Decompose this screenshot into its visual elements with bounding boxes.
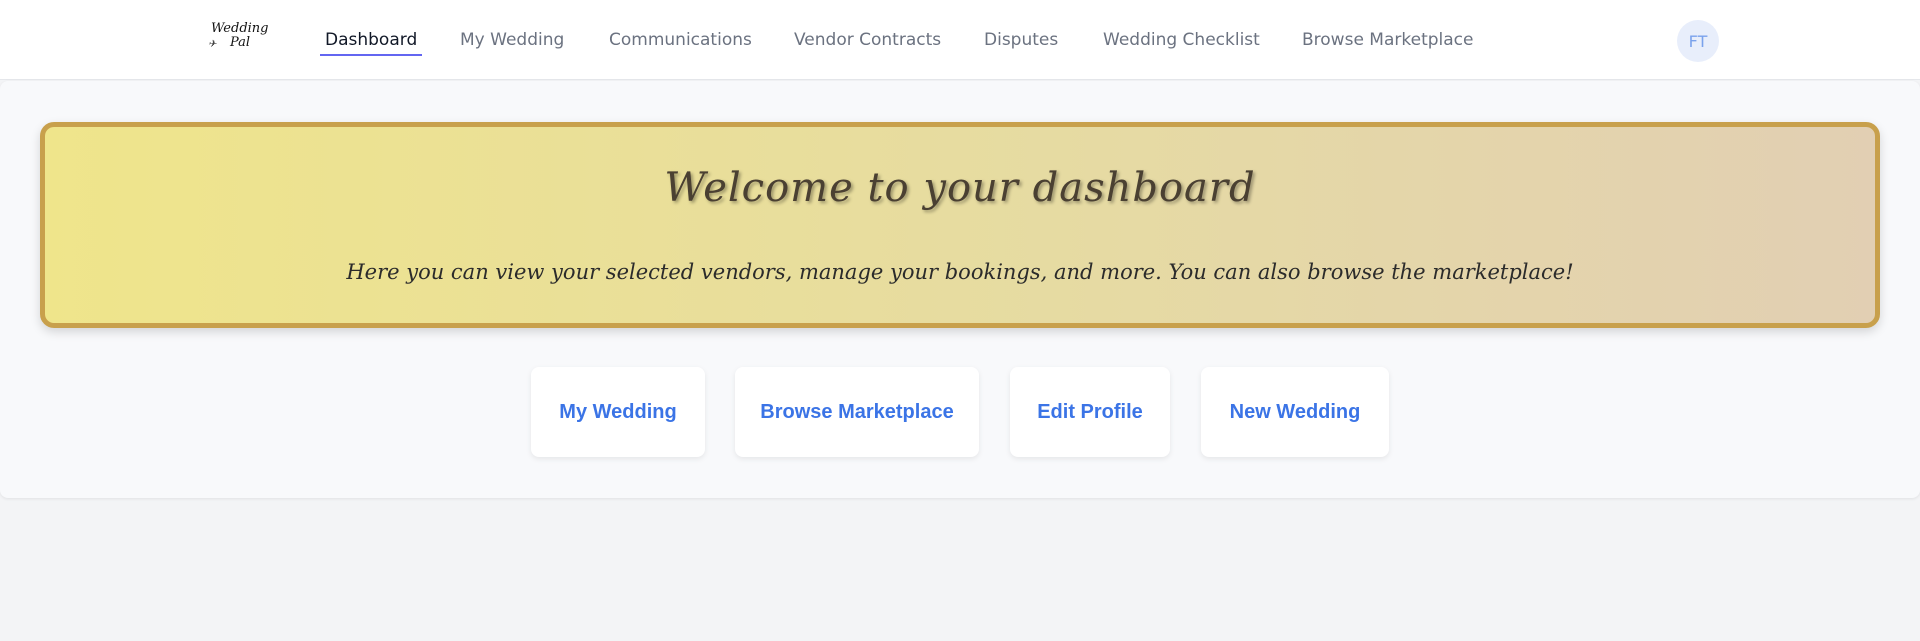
welcome-description: Here you can view your selected vendors,… [346, 260, 1574, 284]
nav-item-my-wedding[interactable]: My Wedding [460, 30, 564, 54]
nav-item-vendor-contracts[interactable]: Vendor Contracts [794, 30, 941, 54]
nav-item-dashboard[interactable]: Dashboard [319, 30, 423, 56]
nav-item-wedding-checklist[interactable]: Wedding Checklist [1103, 30, 1260, 54]
browse-marketplace-button[interactable]: Browse Marketplace [735, 367, 979, 457]
logo-line-2: Pal [230, 35, 251, 50]
edit-profile-button[interactable]: Edit Profile [1010, 367, 1170, 457]
my-wedding-button[interactable]: My Wedding [531, 367, 705, 457]
logo-bird-icon: ✈ [208, 39, 217, 50]
nav-item-disputes[interactable]: Disputes [984, 30, 1058, 54]
welcome-banner: Welcome to your dashboard Here you can v… [40, 122, 1880, 328]
wedding-pal-logo[interactable]: Wedding ✈ Pal [206, 20, 269, 56]
new-wedding-button[interactable]: New Wedding [1201, 367, 1389, 457]
top-navigation-bar: Wedding ✈ Pal Dashboard My Wedding Commu… [0, 0, 1920, 80]
logo-line-1: Wedding [211, 21, 269, 36]
nav-item-browse-marketplace[interactable]: Browse Marketplace [1302, 30, 1473, 54]
nav-item-communications[interactable]: Communications [609, 30, 752, 54]
user-avatar[interactable]: FT [1677, 20, 1719, 62]
welcome-title: Welcome to your dashboard [664, 165, 1256, 211]
